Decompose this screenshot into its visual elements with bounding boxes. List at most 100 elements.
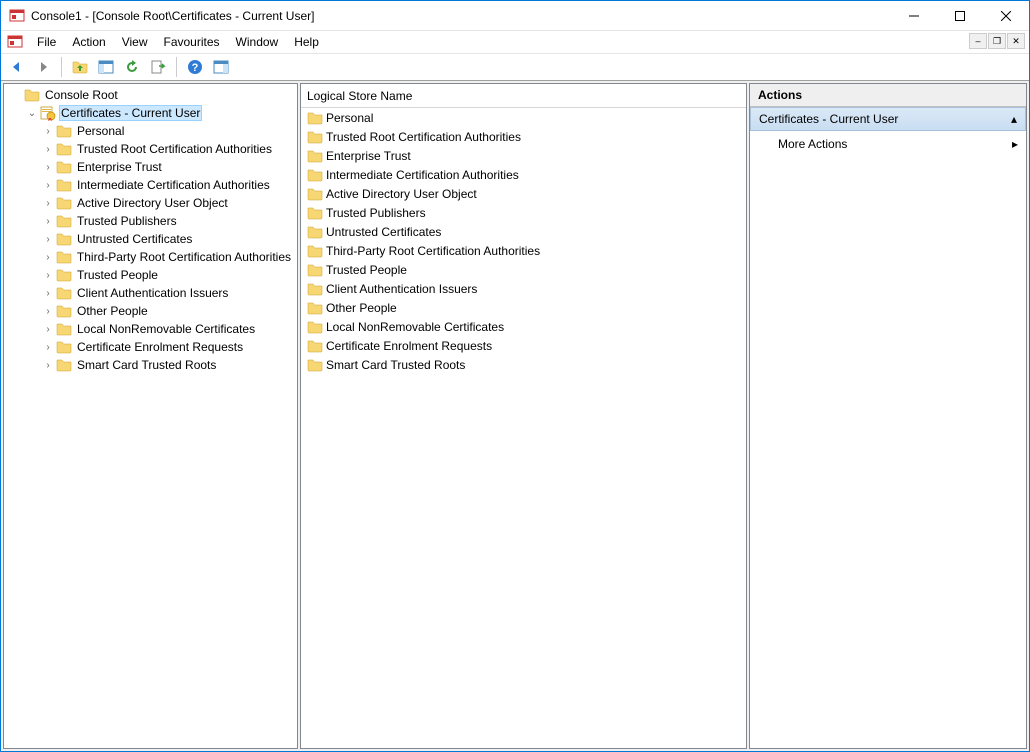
list-item-label: Smart Card Trusted Roots	[326, 358, 465, 372]
folder-icon	[307, 186, 323, 202]
minimize-button[interactable]	[891, 1, 937, 31]
expand-icon[interactable]: ›	[40, 360, 56, 371]
expand-icon[interactable]: ›	[40, 270, 56, 281]
list-body[interactable]: Personal Trusted Root Certification Autho…	[301, 108, 746, 748]
folder-icon	[307, 319, 323, 335]
show-hide-tree-button[interactable]	[94, 55, 118, 79]
list-item-label: Untrusted Certificates	[326, 225, 441, 239]
list-item[interactable]: Local NonRemovable Certificates	[301, 317, 746, 336]
list-item[interactable]: Client Authentication Issuers	[301, 279, 746, 298]
tree-root-label: Console Root	[43, 88, 120, 102]
tree-child-node[interactable]: › Client Authentication Issuers	[4, 284, 297, 302]
tree-child-label: Third-Party Root Certification Authoriti…	[75, 250, 293, 264]
help-button[interactable]: ?	[183, 55, 207, 79]
menu-file[interactable]: File	[29, 33, 64, 51]
menu-favourites[interactable]: Favourites	[156, 33, 228, 51]
close-button[interactable]	[983, 1, 1029, 31]
refresh-button[interactable]	[120, 55, 144, 79]
list-item[interactable]: Other People	[301, 298, 746, 317]
list-item[interactable]: Untrusted Certificates	[301, 222, 746, 241]
svg-text:?: ?	[192, 62, 199, 74]
list-item-label: Active Directory User Object	[326, 187, 477, 201]
actions-section-header[interactable]: Certificates - Current User ▴	[750, 107, 1026, 131]
list-item[interactable]: Intermediate Certification Authorities	[301, 165, 746, 184]
expand-icon[interactable]: ›	[40, 234, 56, 245]
list-pane[interactable]: Logical Store Name Personal Trusted Root …	[300, 83, 747, 749]
action-pane-button[interactable]	[209, 55, 233, 79]
expand-icon[interactable]: ›	[40, 288, 56, 299]
tree-child-node[interactable]: ›Untrusted Certificates	[4, 230, 297, 248]
mdi-close-button[interactable]: ✕	[1007, 33, 1025, 49]
toolbar: ?	[1, 53, 1029, 81]
tree-pane[interactable]: Console Root ⌄ Certificates - Current Us…	[3, 83, 298, 749]
tree-child-node[interactable]: › Third-Party Root Certification Authorit…	[4, 248, 297, 266]
menu-view[interactable]: View	[114, 33, 156, 51]
folder-icon	[307, 110, 323, 126]
folder-icon	[307, 300, 323, 316]
list-item[interactable]: Trusted People	[301, 260, 746, 279]
tree-child-node[interactable]: ›Local NonRemovable Certificates	[4, 320, 297, 338]
tree-child-label: Other People	[75, 304, 150, 318]
list-item-label: Intermediate Certification Authorities	[326, 168, 519, 182]
list-item-label: Trusted People	[326, 263, 407, 277]
list-item[interactable]: Certificate Enrolment Requests	[301, 336, 746, 355]
folder-icon	[56, 231, 72, 247]
list-column-header[interactable]: Logical Store Name	[301, 84, 746, 108]
expand-icon[interactable]: ›	[40, 162, 56, 173]
tree-child-label: Client Authentication Issuers	[75, 286, 230, 300]
actions-more-item[interactable]: More Actions ▸	[750, 131, 1026, 157]
tree-root-node[interactable]: Console Root	[4, 86, 297, 104]
tree-child-node[interactable]: ›Personal	[4, 122, 297, 140]
actions-more-label: More Actions	[778, 137, 847, 151]
window-title: Console1 - [Console Root\Certificates - …	[31, 9, 891, 23]
mdi-minimize-button[interactable]: –	[969, 33, 987, 49]
expand-icon[interactable]: ›	[40, 252, 56, 263]
expand-icon[interactable]: ›	[40, 144, 56, 155]
expand-icon[interactable]: ›	[40, 216, 56, 227]
maximize-button[interactable]	[937, 1, 983, 31]
tree-child-label: Trusted Root Certification Authorities	[75, 142, 274, 156]
tree-child-node[interactable]: ›Smart Card Trusted Roots	[4, 356, 297, 374]
tree-child-node[interactable]: › Trusted Publishers	[4, 212, 297, 230]
list-item[interactable]: Smart Card Trusted Roots	[301, 355, 746, 374]
folder-icon	[24, 87, 40, 103]
list-item[interactable]: Trusted Publishers	[301, 203, 746, 222]
tree-child-label: Certificate Enrolment Requests	[75, 340, 245, 354]
expand-icon[interactable]: ›	[40, 180, 56, 191]
expand-icon[interactable]: ›	[40, 324, 56, 335]
tree-child-label: Intermediate Certification Authorities	[75, 178, 272, 192]
tree-child-node[interactable]: › Other People	[4, 302, 297, 320]
tree-child-node[interactable]: ›Active Directory User Object	[4, 194, 297, 212]
menu-window[interactable]: Window	[228, 33, 287, 51]
tree-child-node[interactable]: ›Enterprise Trust	[4, 158, 297, 176]
menu-action[interactable]: Action	[64, 33, 113, 51]
menu-help[interactable]: Help	[286, 33, 327, 51]
folder-icon	[307, 338, 323, 354]
tree-child-label: Trusted Publishers	[75, 214, 179, 228]
list-item[interactable]: Trusted Root Certification Authorities	[301, 127, 746, 146]
tree-certificates-node[interactable]: ⌄ Certificates - Current User	[4, 104, 297, 122]
list-item[interactable]: Enterprise Trust	[301, 146, 746, 165]
collapse-icon[interactable]: ⌄	[24, 108, 40, 119]
expand-icon[interactable]: ›	[40, 126, 56, 137]
expand-icon[interactable]: ›	[40, 342, 56, 353]
tree-child-node[interactable]: › Trusted Root Certification Authorities	[4, 140, 297, 158]
folder-icon	[56, 339, 72, 355]
export-list-button[interactable]	[146, 55, 170, 79]
folder-icon	[56, 267, 72, 283]
up-button[interactable]	[68, 55, 92, 79]
forward-button[interactable]	[31, 55, 55, 79]
back-button[interactable]	[5, 55, 29, 79]
list-item[interactable]: Active Directory User Object	[301, 184, 746, 203]
list-item-label: Trusted Root Certification Authorities	[326, 130, 521, 144]
titlebar: Console1 - [Console Root\Certificates - …	[1, 1, 1029, 31]
expand-icon[interactable]: ›	[40, 198, 56, 209]
list-item[interactable]: Personal	[301, 108, 746, 127]
mdi-restore-button[interactable]: ❐	[988, 33, 1006, 49]
expand-icon[interactable]: ›	[40, 306, 56, 317]
list-item[interactable]: Third-Party Root Certification Authoriti…	[301, 241, 746, 260]
tree-child-node[interactable]: ›Trusted People	[4, 266, 297, 284]
tree-child-node[interactable]: › Certificate Enrolment Requests	[4, 338, 297, 356]
content-area: Console Root ⌄ Certificates - Current Us…	[1, 81, 1029, 751]
tree-child-node[interactable]: › Intermediate Certification Authorities	[4, 176, 297, 194]
